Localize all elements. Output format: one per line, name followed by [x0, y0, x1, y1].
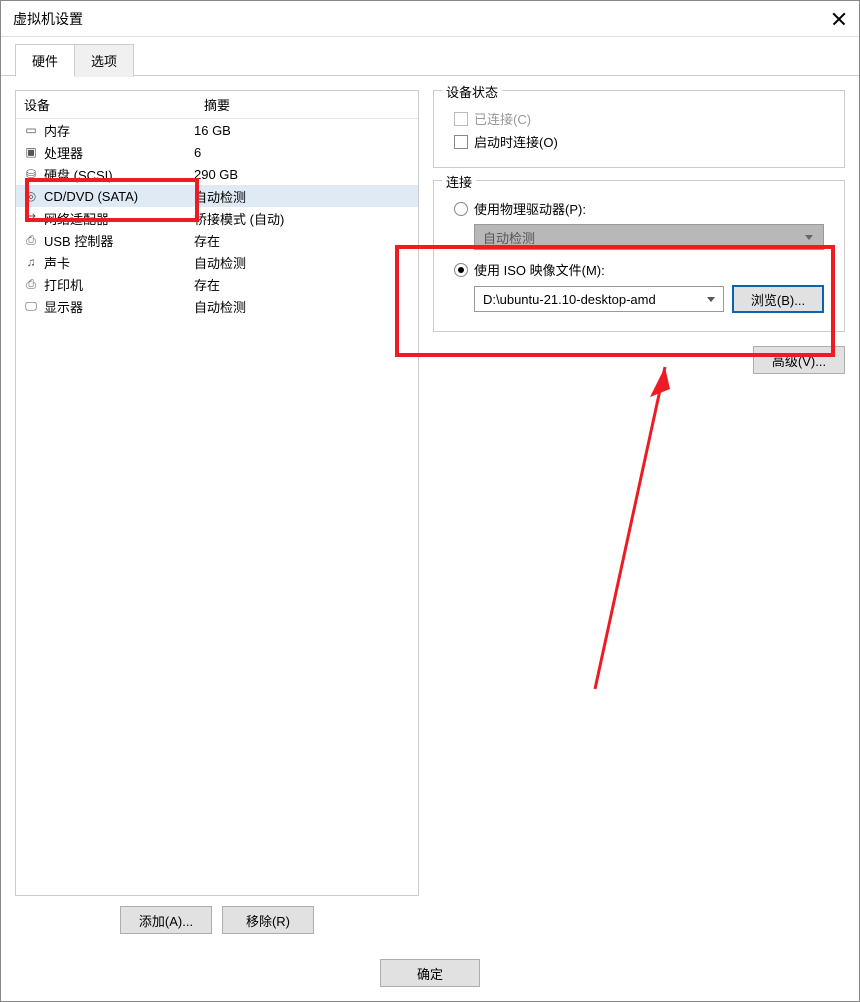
connect-poweron-label: 启动时连接(O) [474, 132, 558, 151]
vm-settings-window: 虚拟机设置 硬件 选项 设备 摘要 ▭ 内存 16 GB ▣ [0, 0, 860, 1002]
table-row-display[interactable]: 🖵 显示器 自动检测 [16, 295, 418, 317]
advanced-row: 高级(V)... [433, 344, 845, 376]
radio-icon [454, 263, 468, 277]
ok-button[interactable]: 确定 [380, 959, 480, 987]
hardware-table-header: 设备 摘要 [16, 91, 418, 119]
table-row-memory[interactable]: ▭ 内存 16 GB [16, 119, 418, 141]
checkbox-icon [454, 135, 468, 149]
hardware-table: 设备 摘要 ▭ 内存 16 GB ▣ 处理器 6 ⛁ [15, 90, 419, 896]
display-icon: 🖵 [22, 297, 40, 315]
hardware-list-panel: 设备 摘要 ▭ 内存 16 GB ▣ 处理器 6 ⛁ [15, 90, 419, 938]
use-iso-radio-row[interactable]: 使用 ISO 映像文件(M): [454, 260, 824, 279]
radio-icon [454, 202, 468, 216]
connected-label: 已连接(C) [474, 109, 531, 128]
table-row-cpu[interactable]: ▣ 处理器 6 [16, 141, 418, 163]
connection-group: 连接 使用物理驱动器(P): 自动检测 使用 ISO 映像文件(M): D:\u… [433, 180, 845, 332]
use-iso-label: 使用 ISO 映像文件(M): [474, 260, 605, 279]
col-device: 设备 [16, 91, 196, 118]
use-physical-radio-row[interactable]: 使用物理驱动器(P): [454, 199, 824, 218]
hardware-table-body: ▭ 内存 16 GB ▣ 处理器 6 ⛁ 硬盘 (SCSI) 290 GB [16, 119, 418, 895]
window-title: 虚拟机设置 [13, 9, 831, 29]
device-status-title: 设备状态 [442, 82, 502, 101]
table-row-printer[interactable]: ⎙ 打印机 存在 [16, 273, 418, 295]
connect-poweron-checkbox-row[interactable]: 启动时连接(O) [454, 132, 824, 151]
usb-icon: ⎙ [22, 231, 40, 249]
iso-path-row: D:\ubuntu-21.10-desktop-amd 浏览(B)... [474, 285, 824, 313]
close-icon[interactable] [831, 11, 847, 27]
advanced-button[interactable]: 高级(V)... [753, 346, 845, 374]
remove-button[interactable]: 移除(R) [222, 906, 314, 934]
table-row-sound[interactable]: ♫ 声卡 自动检测 [16, 251, 418, 273]
connection-title: 连接 [442, 172, 476, 191]
tab-hardware[interactable]: 硬件 [15, 44, 75, 77]
connected-checkbox-row[interactable]: 已连接(C) [454, 109, 824, 128]
sound-icon: ♫ [22, 253, 40, 271]
hardware-actions: 添加(A)... 移除(R) [15, 896, 419, 938]
memory-icon: ▭ [22, 121, 40, 139]
tab-bar: 硬件 选项 [1, 37, 859, 76]
table-row-network[interactable]: ⇄ 网络适配器 桥接模式 (自动) [16, 207, 418, 229]
dialog-footer: 确定 [1, 948, 859, 1001]
titlebar: 虚拟机设置 [1, 1, 859, 37]
col-summary: 摘要 [196, 91, 418, 118]
browse-button[interactable]: 浏览(B)... [732, 285, 824, 313]
network-icon: ⇄ [22, 209, 40, 227]
table-row-disk[interactable]: ⛁ 硬盘 (SCSI) 290 GB [16, 163, 418, 185]
disk-icon: ⛁ [22, 165, 40, 183]
add-button[interactable]: 添加(A)... [120, 906, 212, 934]
printer-icon: ⎙ [22, 275, 40, 293]
physical-drive-select: 自动检测 [474, 224, 824, 250]
table-row-cddvd[interactable]: ◎ CD/DVD (SATA) 自动检测 [16, 185, 418, 207]
use-physical-label: 使用物理驱动器(P): [474, 199, 586, 218]
details-panel: 设备状态 已连接(C) 启动时连接(O) 连接 使用物理驱动器(P): 自动检测 [433, 90, 845, 938]
table-row-usb[interactable]: ⎙ USB 控制器 存在 [16, 229, 418, 251]
disc-icon: ◎ [22, 187, 40, 205]
device-status-group: 设备状态 已连接(C) 启动时连接(O) [433, 90, 845, 168]
content-area: 设备 摘要 ▭ 内存 16 GB ▣ 处理器 6 ⛁ [1, 75, 859, 948]
checkbox-icon [454, 112, 468, 126]
iso-path-select[interactable]: D:\ubuntu-21.10-desktop-amd [474, 286, 724, 312]
cpu-icon: ▣ [22, 143, 40, 161]
tab-options[interactable]: 选项 [74, 44, 134, 77]
